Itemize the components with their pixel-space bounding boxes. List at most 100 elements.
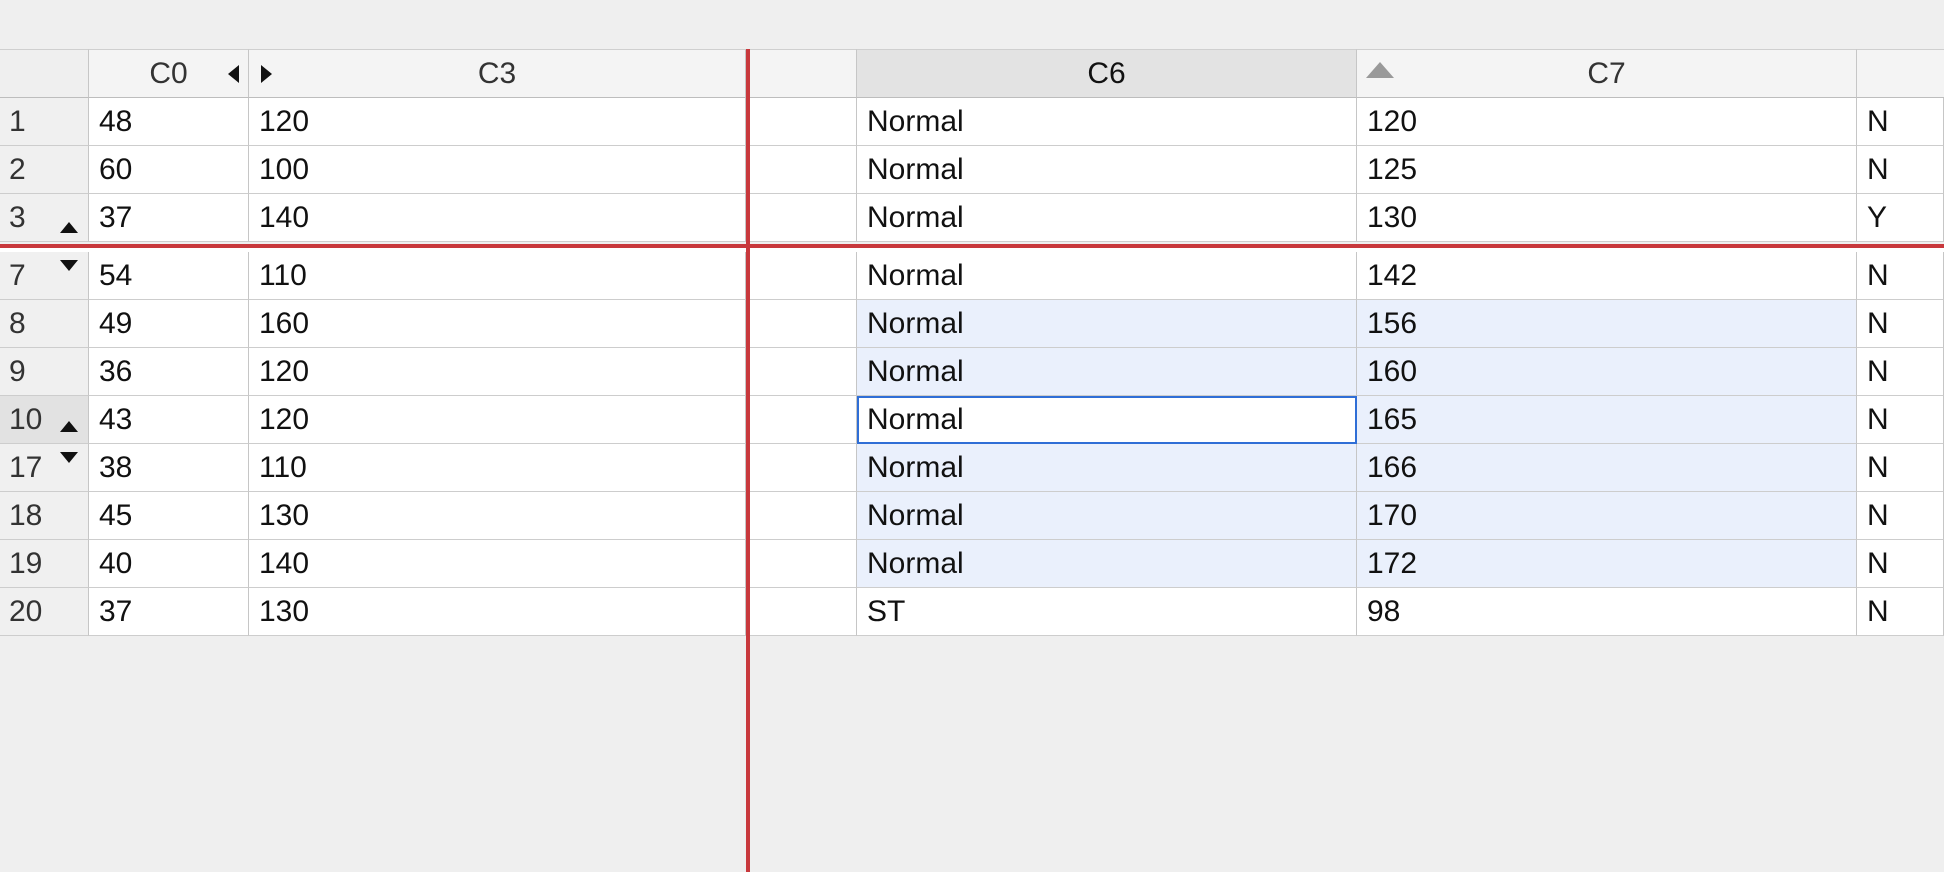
cell-c6[interactable]: ST <box>857 588 1357 636</box>
cell-c6-active[interactable]: Normal <box>857 396 1357 444</box>
cell-c7[interactable]: 156 <box>1357 300 1857 348</box>
cell-c0[interactable]: 49 <box>89 300 249 348</box>
cell-c8[interactable]: Y <box>1857 194 1944 242</box>
cell-c3[interactable]: 110 <box>249 252 746 300</box>
cell-c3[interactable]: 140 <box>249 540 746 588</box>
row-number: 17 <box>9 451 43 484</box>
cell-blank[interactable] <box>750 146 857 194</box>
cell-c7[interactable]: 98 <box>1357 588 1857 636</box>
expand-up-icon[interactable] <box>60 421 78 432</box>
hidden-columns-right-icon[interactable] <box>261 65 272 83</box>
cell-c6[interactable]: Normal <box>857 252 1357 300</box>
cell-c8[interactable]: N <box>1857 98 1944 146</box>
column-header-c7[interactable]: C7 <box>1357 49 1857 98</box>
cell-c6[interactable]: Normal <box>857 98 1357 146</box>
column-header-blank[interactable] <box>750 49 857 98</box>
cell-c6[interactable]: Normal <box>857 348 1357 396</box>
cell-c0[interactable]: 38 <box>89 444 249 492</box>
cell-c3[interactable]: 120 <box>249 396 746 444</box>
expand-down-icon[interactable] <box>60 260 78 271</box>
row-number: 1 <box>9 105 26 138</box>
cell-blank[interactable] <box>750 444 857 492</box>
cell-c7[interactable]: 166 <box>1357 444 1857 492</box>
cell-c7[interactable]: 125 <box>1357 146 1857 194</box>
row-header[interactable]: 2 <box>0 146 89 194</box>
cell-c7[interactable]: 142 <box>1357 252 1857 300</box>
cell-c6[interactable]: Normal <box>857 146 1357 194</box>
cell-c6[interactable]: Normal <box>857 300 1357 348</box>
cell-blank[interactable] <box>750 348 857 396</box>
cell-c0[interactable]: 36 <box>89 348 249 396</box>
hidden-columns-left-icon[interactable] <box>228 65 239 83</box>
cell-blank[interactable] <box>750 252 857 300</box>
cell-c0[interactable]: 43 <box>89 396 249 444</box>
toolbar-area <box>0 0 1944 49</box>
row-header[interactable]: 18 <box>0 492 89 540</box>
row-header[interactable]: 19 <box>0 540 89 588</box>
cell-c8[interactable]: N <box>1857 492 1944 540</box>
cell-c0[interactable]: 40 <box>89 540 249 588</box>
cell-c8[interactable]: N <box>1857 444 1944 492</box>
row-header[interactable]: 1 <box>0 98 89 146</box>
cell-blank[interactable] <box>750 300 857 348</box>
cell-c3[interactable]: 130 <box>249 492 746 540</box>
cell-c7[interactable]: 130 <box>1357 194 1857 242</box>
cell-c6[interactable]: Normal <box>857 444 1357 492</box>
cell-c0[interactable]: 37 <box>89 194 249 242</box>
freeze-line-vertical[interactable] <box>746 49 750 872</box>
cell-blank[interactable] <box>750 588 857 636</box>
cell-c8[interactable]: N <box>1857 540 1944 588</box>
cell-blank[interactable] <box>750 194 857 242</box>
row-number: 8 <box>9 307 26 340</box>
cell-c8[interactable]: N <box>1857 396 1944 444</box>
column-header-label: C3 <box>477 56 517 90</box>
row-header[interactable]: 3 <box>0 194 89 242</box>
cell-c0[interactable]: 60 <box>89 146 249 194</box>
cell-c7[interactable]: 160 <box>1357 348 1857 396</box>
cell-blank[interactable] <box>750 98 857 146</box>
row-number: 7 <box>9 259 26 292</box>
cell-c8[interactable]: N <box>1857 588 1944 636</box>
cell-c0[interactable]: 54 <box>89 252 249 300</box>
cell-blank[interactable] <box>750 396 857 444</box>
row-number: 3 <box>9 201 26 234</box>
cell-c6[interactable]: Normal <box>857 194 1357 242</box>
cell-c0[interactable]: 48 <box>89 98 249 146</box>
cell-c3[interactable]: 120 <box>249 98 746 146</box>
cell-c7[interactable]: 120 <box>1357 98 1857 146</box>
cell-c0[interactable]: 37 <box>89 588 249 636</box>
cell-c3[interactable]: 140 <box>249 194 746 242</box>
column-header-c0[interactable]: C0 <box>89 49 249 98</box>
column-header-c3[interactable]: C3 <box>249 49 746 98</box>
select-all-corner[interactable] <box>0 49 89 98</box>
cell-c8[interactable]: N <box>1857 300 1944 348</box>
row-header[interactable]: 8 <box>0 300 89 348</box>
row-number: 9 <box>9 355 26 388</box>
cell-c8[interactable]: N <box>1857 252 1944 300</box>
cell-c6[interactable]: Normal <box>857 492 1357 540</box>
cell-c8[interactable]: N <box>1857 348 1944 396</box>
cell-blank[interactable] <box>750 492 857 540</box>
cell-c3[interactable]: 160 <box>249 300 746 348</box>
cell-c6[interactable]: Normal <box>857 540 1357 588</box>
row-header-active[interactable]: 10 <box>0 396 89 444</box>
sort-ascending-icon[interactable] <box>1366 62 1394 78</box>
freeze-line-horizontal[interactable] <box>0 244 1944 248</box>
cell-c7[interactable]: 170 <box>1357 492 1857 540</box>
cell-c0[interactable]: 45 <box>89 492 249 540</box>
cell-blank[interactable] <box>750 540 857 588</box>
cell-c3[interactable]: 100 <box>249 146 746 194</box>
cell-c8[interactable]: N <box>1857 146 1944 194</box>
cell-c3[interactable]: 120 <box>249 348 746 396</box>
row-header[interactable]: 20 <box>0 588 89 636</box>
expand-down-icon[interactable] <box>60 452 78 463</box>
cell-c3[interactable]: 130 <box>249 588 746 636</box>
expand-up-icon[interactable] <box>60 222 78 233</box>
cell-c3[interactable]: 110 <box>249 444 746 492</box>
cell-c7[interactable]: 172 <box>1357 540 1857 588</box>
column-header-c8[interactable] <box>1857 49 1944 98</box>
column-header-c6[interactable]: C6 <box>857 49 1357 98</box>
column-header-label: C7 <box>1587 56 1626 90</box>
cell-c7[interactable]: 165 <box>1357 396 1857 444</box>
row-header[interactable]: 9 <box>0 348 89 396</box>
